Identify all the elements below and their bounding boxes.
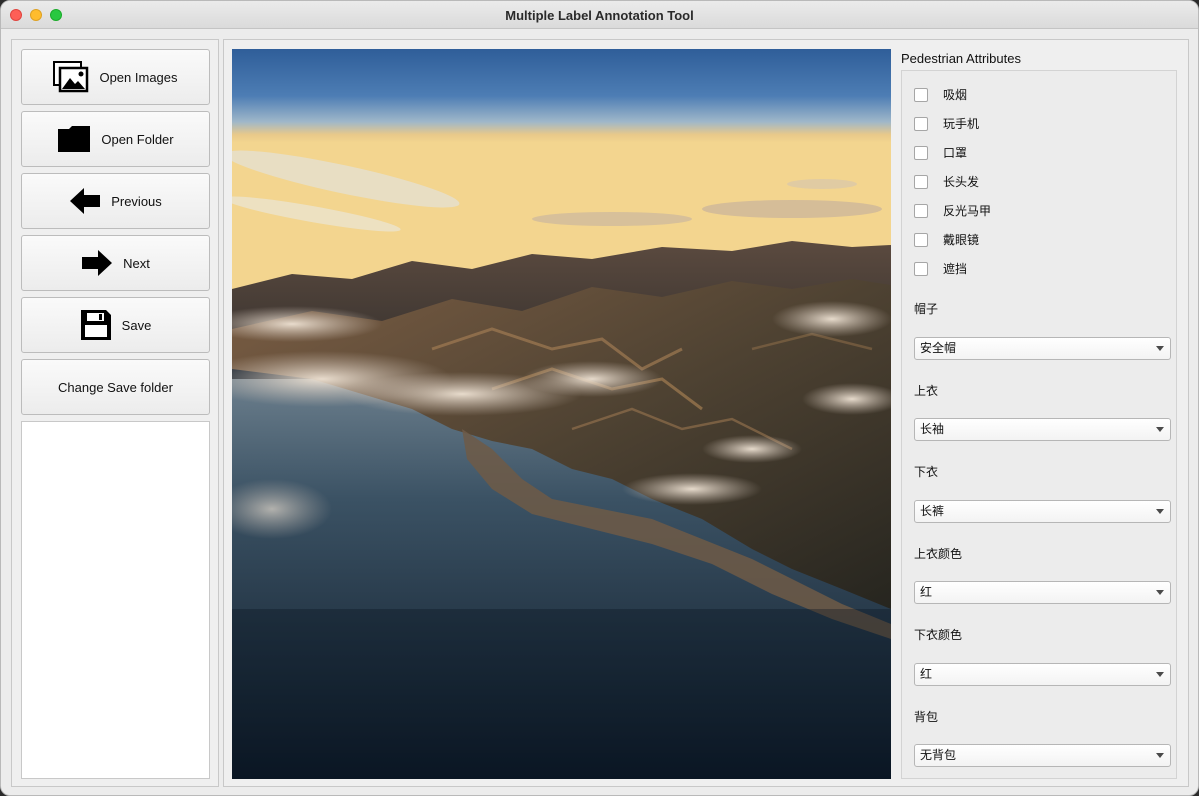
top-dropdown[interactable]: 长袖 — [914, 418, 1171, 441]
backpack-dropdown[interactable]: 无背包 — [914, 744, 1171, 767]
chevron-down-icon — [1156, 672, 1164, 677]
save-button[interactable]: Save — [21, 297, 210, 353]
checkbox[interactable] — [914, 116, 928, 131]
hat-dropdown[interactable]: 安全帽 — [914, 337, 1171, 360]
checkbox-label: 长头发 — [943, 175, 980, 189]
chevron-down-icon — [1156, 509, 1164, 514]
open-folder-button[interactable]: Open Folder — [21, 111, 210, 167]
checkbox-label: 玩手机 — [943, 117, 980, 131]
attributes-group: 吸烟 玩手机 口罩 长头发 反光马甲 戴眼镜 遮挡 帽子 安全帽 上衣 长袖 下… — [901, 70, 1177, 779]
chevron-down-icon — [1156, 753, 1164, 758]
arrow-right-icon — [81, 249, 113, 277]
open-folder-label: Open Folder — [101, 131, 174, 147]
main-panel: Pedestrian Attributes 吸烟 玩手机 口罩 长头发 反光马甲 — [223, 39, 1189, 787]
checkbox-label: 反光马甲 — [943, 204, 992, 218]
bottom-value: 长裤 — [920, 504, 945, 518]
chevron-down-icon — [1156, 590, 1164, 595]
previous-button[interactable]: Previous — [21, 173, 210, 229]
hat-label: 帽子 — [914, 302, 939, 316]
bottom-label: 下衣 — [914, 465, 939, 479]
checkbox[interactable] — [914, 145, 928, 160]
next-label: Next — [123, 255, 150, 271]
file-list[interactable] — [21, 421, 210, 779]
checkbox-label: 吸烟 — [943, 88, 968, 102]
checkbox-row[interactable]: 口罩 — [914, 144, 967, 161]
checkbox-label: 口罩 — [943, 146, 968, 160]
bottom-color-value: 红 — [920, 667, 933, 681]
change-save-folder-button[interactable]: Change Save folder — [21, 359, 210, 415]
top-color-dropdown[interactable]: 红 — [914, 581, 1171, 604]
top-color-value: 红 — [920, 585, 933, 599]
title-bar: Multiple Label Annotation Tool — [1, 1, 1198, 29]
next-button[interactable]: Next — [21, 235, 210, 291]
checkbox[interactable] — [914, 87, 928, 102]
change-save-folder-label: Change Save folder — [58, 379, 173, 395]
bottom-color-label: 下衣颜色 — [914, 628, 963, 642]
checkbox-row[interactable]: 吸烟 — [914, 86, 967, 103]
hat-value: 安全帽 — [920, 341, 957, 355]
checkbox[interactable] — [914, 203, 928, 218]
top-value: 长袖 — [920, 422, 945, 436]
image-viewer[interactable] — [232, 49, 891, 779]
checkbox[interactable] — [914, 232, 928, 247]
previous-label: Previous — [111, 193, 162, 209]
checkbox[interactable] — [914, 261, 928, 276]
open-images-button[interactable]: Open Images — [21, 49, 210, 105]
arrow-left-icon — [69, 187, 101, 215]
checkbox-row[interactable]: 戴眼镜 — [914, 231, 979, 248]
top-label: 上衣 — [914, 384, 939, 398]
backpack-value: 无背包 — [920, 748, 957, 762]
checkbox-row[interactable]: 反光马甲 — [914, 202, 991, 219]
landscape-image — [232, 49, 891, 779]
chevron-down-icon — [1156, 346, 1164, 351]
app-window: Multiple Label Annotation Tool Open Imag… — [0, 0, 1199, 796]
checkbox-label: 戴眼镜 — [943, 233, 980, 247]
folder-icon — [57, 125, 91, 153]
chevron-down-icon — [1156, 427, 1164, 432]
tool-panel: Open Images Open Folder Previous Next Sa… — [11, 39, 219, 787]
top-color-label: 上衣颜色 — [914, 547, 963, 561]
open-images-label: Open Images — [99, 69, 178, 85]
bottom-color-dropdown[interactable]: 红 — [914, 663, 1171, 686]
checkbox-row[interactable]: 遮挡 — [914, 260, 967, 277]
floppy-disk-icon — [80, 309, 112, 341]
save-label: Save — [121, 317, 152, 333]
backpack-label: 背包 — [914, 710, 939, 724]
checkbox-label: 遮挡 — [943, 262, 968, 276]
checkbox-row[interactable]: 玩手机 — [914, 115, 979, 132]
window-title: Multiple Label Annotation Tool — [505, 8, 694, 23]
checkbox[interactable] — [914, 174, 928, 189]
checkbox-row[interactable]: 长头发 — [914, 173, 979, 190]
images-icon — [53, 61, 89, 93]
attributes-title: Pedestrian Attributes — [901, 51, 1021, 66]
bottom-dropdown[interactable]: 长裤 — [914, 500, 1171, 523]
